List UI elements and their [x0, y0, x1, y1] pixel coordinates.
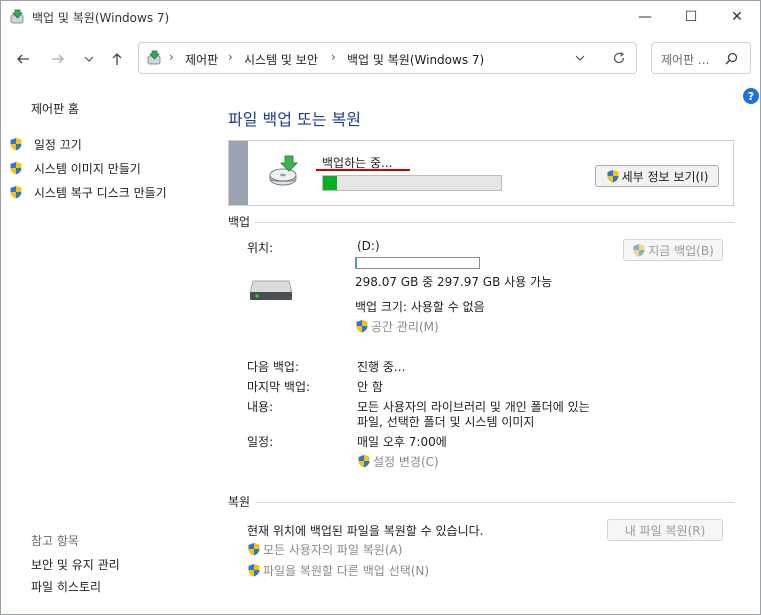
sidebar-item-create-system-image[interactable]: 시스템 이미지 만들기	[9, 160, 141, 177]
backup-size-text: 백업 크기: 사용할 수 없음	[355, 300, 485, 314]
help-icon[interactable]: ?	[743, 88, 759, 104]
forward-button[interactable]	[46, 47, 70, 71]
contents-label: 내용:	[247, 400, 274, 414]
backup-status-panel: 백업하는 중... 세부 정보 보기(I)	[228, 140, 734, 206]
restore-section-divider	[255, 502, 734, 503]
manage-space-label: 공간 관리(M)	[371, 320, 439, 334]
disk-usage-fill	[356, 258, 357, 268]
change-settings-label: 설정 변경(C)	[373, 455, 439, 469]
uac-shield-icon	[356, 320, 368, 333]
uac-shield-icon	[10, 186, 22, 199]
sidebar-item-create-recovery-disc[interactable]: 시스템 복구 디스크 만들기	[9, 184, 167, 201]
breadcrumb-separator: ›	[331, 50, 336, 64]
up-button[interactable]	[105, 47, 129, 71]
restore-all-users-link[interactable]: 모든 사용자의 파일 복원(A)	[247, 541, 402, 558]
arrow-up-icon	[112, 53, 122, 65]
sidebar-item-label: 시스템 이미지 만들기	[33, 162, 141, 176]
location-value: (D:)	[357, 239, 380, 253]
breadcrumb-backup-restore[interactable]: 백업 및 복원(Windows 7)	[347, 51, 484, 68]
arrow-left-icon	[17, 54, 29, 64]
minimize-button[interactable]: —	[622, 1, 668, 33]
chevron-down-icon	[575, 55, 585, 61]
see-also-file-history[interactable]: 파일 히스토리	[31, 578, 101, 595]
breadcrumb-separator: ›	[228, 50, 233, 64]
status-band	[229, 141, 248, 205]
refresh-button[interactable]	[612, 51, 626, 68]
window-title: 백업 및 복원(Windows 7)	[32, 11, 170, 25]
last-backup-value: 안 함	[357, 380, 383, 394]
view-details-label: 세부 정보 보기(I)	[621, 169, 709, 184]
uac-shield-icon	[10, 162, 22, 175]
backup-section-divider	[255, 222, 734, 223]
backup-now-label: 지금 백업(B)	[648, 243, 714, 258]
uac-shield-icon	[248, 543, 260, 556]
change-settings-link[interactable]: 설정 변경(C)	[357, 453, 439, 470]
backup-now-button[interactable]: 지금 백업(B)	[623, 239, 723, 261]
backup-in-progress-icon	[269, 155, 303, 190]
last-backup-label: 마지막 백업:	[247, 380, 311, 394]
close-button[interactable]: ✕	[714, 1, 760, 33]
backup-section-heading: 백업	[228, 215, 251, 229]
control-panel-icon	[147, 50, 163, 66]
schedule-value: 매일 오후 7:00에	[357, 435, 447, 449]
restore-my-files-label: 내 파일 복원(R)	[624, 523, 706, 538]
contents-line-2: 파일, 선택한 폴더 및 시스템 이미지	[357, 415, 535, 429]
restore-section-heading: 복원	[228, 495, 251, 509]
back-button[interactable]	[11, 47, 35, 71]
uac-shield-icon	[248, 564, 260, 577]
refresh-icon	[613, 52, 625, 64]
sidebar-item-label: 일정 끄기	[33, 138, 82, 152]
breadcrumb-control-panel[interactable]: 제어판	[185, 51, 218, 68]
next-backup-label: 다음 백업:	[247, 360, 300, 374]
drive-icon	[249, 279, 293, 304]
disk-usage-bar	[355, 257, 480, 269]
search-placeholder: 제어판 ...	[661, 53, 710, 67]
search-box[interactable]: 제어판 ...	[651, 42, 751, 74]
disk-space-text: 298.07 GB 중 297.97 GB 사용 가능	[355, 275, 553, 289]
breadcrumb-system-security[interactable]: 시스템 및 보안	[244, 51, 318, 68]
chevron-down-icon	[84, 56, 94, 62]
uac-shield-icon	[358, 455, 370, 468]
maximize-button[interactable]: ☐	[668, 1, 714, 33]
arrow-right-icon	[52, 54, 64, 64]
uac-shield-icon	[633, 244, 645, 257]
restore-my-files-button[interactable]: 내 파일 복원(R)	[607, 519, 723, 541]
sidebar-home-link[interactable]: 제어판 홈	[31, 100, 79, 117]
title-bar: 백업 및 복원(Windows 7) — ☐ ✕	[1, 1, 760, 33]
select-other-backup-link[interactable]: 파일을 복원할 다른 백업 선택(N)	[247, 562, 429, 579]
see-also-security-maintenance[interactable]: 보안 및 유지 관리	[31, 556, 120, 573]
backup-progress-bar	[322, 175, 502, 191]
address-dropdown-button[interactable]	[575, 52, 585, 66]
progress-fill	[323, 176, 338, 190]
address-bar[interactable]: › 제어판 › 시스템 및 보안 › 백업 및 복원(Windows 7)	[138, 42, 637, 74]
location-label: 위치:	[247, 241, 274, 255]
app-icon	[10, 9, 26, 25]
breadcrumb-separator: ›	[169, 50, 174, 64]
select-other-backup-label: 파일을 복원할 다른 백업 선택(N)	[263, 564, 430, 578]
status-underline	[316, 169, 410, 171]
next-backup-value: 진행 중...	[357, 360, 406, 374]
uac-shield-icon	[607, 170, 619, 183]
restore-description: 현재 위치에 백업된 파일을 복원할 수 있습니다.	[247, 524, 484, 538]
restore-all-users-label: 모든 사용자의 파일 복원(A)	[263, 543, 403, 557]
schedule-label: 일정:	[247, 435, 274, 449]
search-icon[interactable]	[725, 52, 738, 68]
manage-space-link[interactable]: 공간 관리(M)	[355, 318, 439, 335]
see-also-heading: 참고 항목	[31, 534, 79, 548]
uac-shield-icon	[10, 138, 22, 151]
sidebar-item-label: 시스템 복구 디스크 만들기	[33, 186, 167, 200]
window: 백업 및 복원(Windows 7) — ☐ ✕ › 제어판 › 시스템 및 보…	[0, 0, 761, 615]
page-title: 파일 백업 또는 복원	[228, 110, 362, 129]
view-details-button[interactable]: 세부 정보 보기(I)	[595, 165, 719, 187]
sidebar-item-turn-off-schedule[interactable]: 일정 끄기	[9, 136, 82, 153]
recent-locations-button[interactable]	[77, 47, 101, 71]
